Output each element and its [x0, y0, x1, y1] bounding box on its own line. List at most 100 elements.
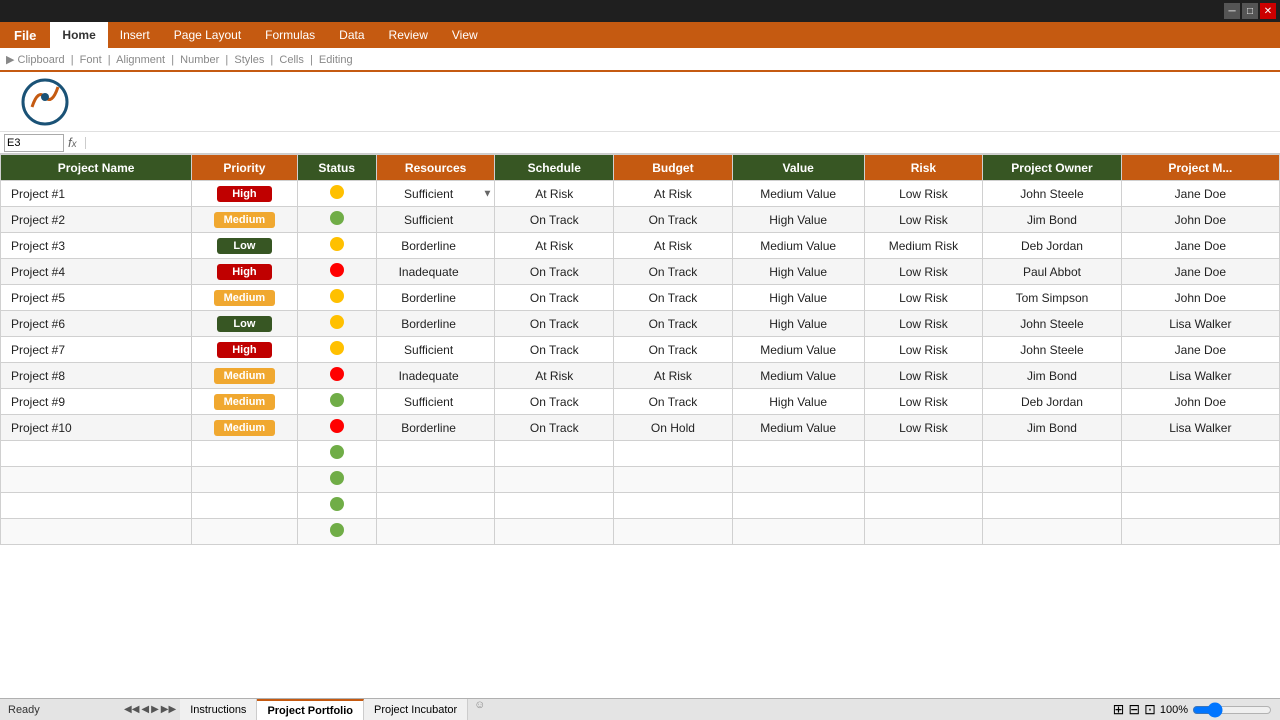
tab-insert[interactable]: Insert: [108, 22, 162, 48]
cell-budget[interactable]: At Risk: [614, 363, 733, 389]
cell-status[interactable]: [297, 389, 376, 415]
cell-resources[interactable]: Sufficient: [376, 207, 495, 233]
cell-value[interactable]: Medium Value: [732, 337, 864, 363]
cell-project-name[interactable]: Project #1: [1, 181, 192, 207]
nav-first[interactable]: ◀◀: [124, 704, 139, 715]
cell-priority[interactable]: High: [192, 337, 297, 363]
cell-budget[interactable]: On Track: [614, 259, 733, 285]
cell-resources[interactable]: Inadequate: [376, 363, 495, 389]
cell-value[interactable]: High Value: [732, 389, 864, 415]
cell-status[interactable]: [297, 337, 376, 363]
cell-owner[interactable]: John Steele: [983, 337, 1121, 363]
cell-risk[interactable]: Low Risk: [864, 181, 983, 207]
cell-resources[interactable]: Sufficient: [376, 389, 495, 415]
cell-manager[interactable]: John Doe: [1121, 285, 1279, 311]
cell-resources[interactable]: Borderline: [376, 311, 495, 337]
tab-formulas[interactable]: Formulas: [253, 22, 327, 48]
cell-risk[interactable]: Low Risk: [864, 207, 983, 233]
cell-priority[interactable]: High: [192, 259, 297, 285]
table-row[interactable]: Project #4 High Inadequate On Track On T…: [1, 259, 1280, 285]
tab-home[interactable]: Home: [50, 22, 107, 48]
cell-risk[interactable]: Low Risk: [864, 285, 983, 311]
maximize-button[interactable]: □: [1242, 3, 1258, 19]
cell-priority[interactable]: Low: [192, 233, 297, 259]
cell-value[interactable]: Medium Value: [732, 363, 864, 389]
cell-project-name[interactable]: Project #2: [1, 207, 192, 233]
cell-risk[interactable]: Low Risk: [864, 415, 983, 441]
cell-manager[interactable]: Jane Doe: [1121, 337, 1279, 363]
cell-resources[interactable]: Sufficient ▼: [376, 181, 495, 207]
sheet-tab-instructions[interactable]: Instructions: [180, 699, 257, 720]
cell-schedule[interactable]: At Risk: [495, 233, 614, 259]
cell-status[interactable]: [297, 181, 376, 207]
cell-value[interactable]: High Value: [732, 207, 864, 233]
cell-value[interactable]: Medium Value: [732, 415, 864, 441]
cell-schedule[interactable]: On Track: [495, 389, 614, 415]
cell-owner[interactable]: Jim Bond: [983, 415, 1121, 441]
cell-schedule[interactable]: On Track: [495, 285, 614, 311]
cell-value[interactable]: Medium Value: [732, 233, 864, 259]
cell-risk[interactable]: Low Risk: [864, 389, 983, 415]
zoom-control[interactable]: ⊞ ⊟ ⊡ 100%: [1113, 701, 1272, 718]
cell-status[interactable]: [297, 415, 376, 441]
close-button[interactable]: ✕: [1260, 3, 1276, 19]
table-row[interactable]: Project #2 Medium Sufficient On Track On…: [1, 207, 1280, 233]
nav-prev[interactable]: ◀: [141, 704, 149, 715]
cell-risk[interactable]: Low Risk: [864, 337, 983, 363]
cell-manager[interactable]: Jane Doe: [1121, 259, 1279, 285]
cell-risk[interactable]: Medium Risk: [864, 233, 983, 259]
cell-owner[interactable]: Tom Simpson: [983, 285, 1121, 311]
tab-data[interactable]: Data: [327, 22, 376, 48]
table-row[interactable]: Project #7 High Sufficient On Track On T…: [1, 337, 1280, 363]
cell-owner[interactable]: John Steele: [983, 311, 1121, 337]
cell-schedule[interactable]: On Track: [495, 207, 614, 233]
cell-status[interactable]: [297, 259, 376, 285]
cell-status[interactable]: [297, 363, 376, 389]
cell-priority[interactable]: Medium: [192, 363, 297, 389]
cell-value[interactable]: High Value: [732, 311, 864, 337]
normal-view-icon[interactable]: ⊞: [1113, 701, 1125, 718]
cell-owner[interactable]: Jim Bond: [983, 207, 1121, 233]
cell-project-name[interactable]: Project #6: [1, 311, 192, 337]
cell-resources[interactable]: Borderline: [376, 233, 495, 259]
table-row[interactable]: Project #8 Medium Inadequate At Risk At …: [1, 363, 1280, 389]
minimize-button[interactable]: ─: [1224, 3, 1240, 19]
name-box[interactable]: [4, 134, 64, 152]
cell-priority[interactable]: Medium: [192, 415, 297, 441]
cell-budget[interactable]: On Track: [614, 337, 733, 363]
cell-manager[interactable]: John Doe: [1121, 389, 1279, 415]
cell-schedule[interactable]: On Track: [495, 259, 614, 285]
window-controls[interactable]: ─ □ ✕: [1224, 3, 1276, 19]
cell-schedule[interactable]: At Risk: [495, 181, 614, 207]
cell-owner[interactable]: Paul Abbot: [983, 259, 1121, 285]
cell-schedule[interactable]: On Track: [495, 337, 614, 363]
cell-resources[interactable]: Sufficient: [376, 337, 495, 363]
cell-project-name[interactable]: Project #4: [1, 259, 192, 285]
cell-manager[interactable]: John Doe: [1121, 207, 1279, 233]
cell-value[interactable]: High Value: [732, 285, 864, 311]
cell-status[interactable]: [297, 207, 376, 233]
tab-page-layout[interactable]: Page Layout: [162, 22, 253, 48]
cell-manager[interactable]: Lisa Walker: [1121, 415, 1279, 441]
zoom-slider[interactable]: [1192, 702, 1272, 718]
table-row[interactable]: Project #3 Low Borderline At Risk At Ris…: [1, 233, 1280, 259]
cell-priority[interactable]: Medium: [192, 389, 297, 415]
cell-budget[interactable]: At Risk: [614, 233, 733, 259]
table-row[interactable]: Project #6 Low Borderline On Track On Tr…: [1, 311, 1280, 337]
formula-input[interactable]: [85, 137, 1276, 149]
cell-resources[interactable]: Borderline: [376, 415, 495, 441]
nav-next[interactable]: ▶: [151, 704, 159, 715]
sheet-tab-portfolio[interactable]: Project Portfolio: [257, 699, 364, 720]
tab-file[interactable]: File: [0, 22, 50, 48]
page-break-icon[interactable]: ⊡: [1144, 701, 1156, 718]
cell-resources[interactable]: Inadequate: [376, 259, 495, 285]
cell-project-name[interactable]: Project #5: [1, 285, 192, 311]
cell-project-name[interactable]: Project #8: [1, 363, 192, 389]
tab-view[interactable]: View: [440, 22, 490, 48]
cell-manager[interactable]: Lisa Walker: [1121, 311, 1279, 337]
cell-value[interactable]: Medium Value: [732, 181, 864, 207]
cell-priority[interactable]: Medium: [192, 285, 297, 311]
table-row[interactable]: Project #1 High Sufficient ▼ At Risk At …: [1, 181, 1280, 207]
cell-risk[interactable]: Low Risk: [864, 259, 983, 285]
cell-priority[interactable]: Medium: [192, 207, 297, 233]
